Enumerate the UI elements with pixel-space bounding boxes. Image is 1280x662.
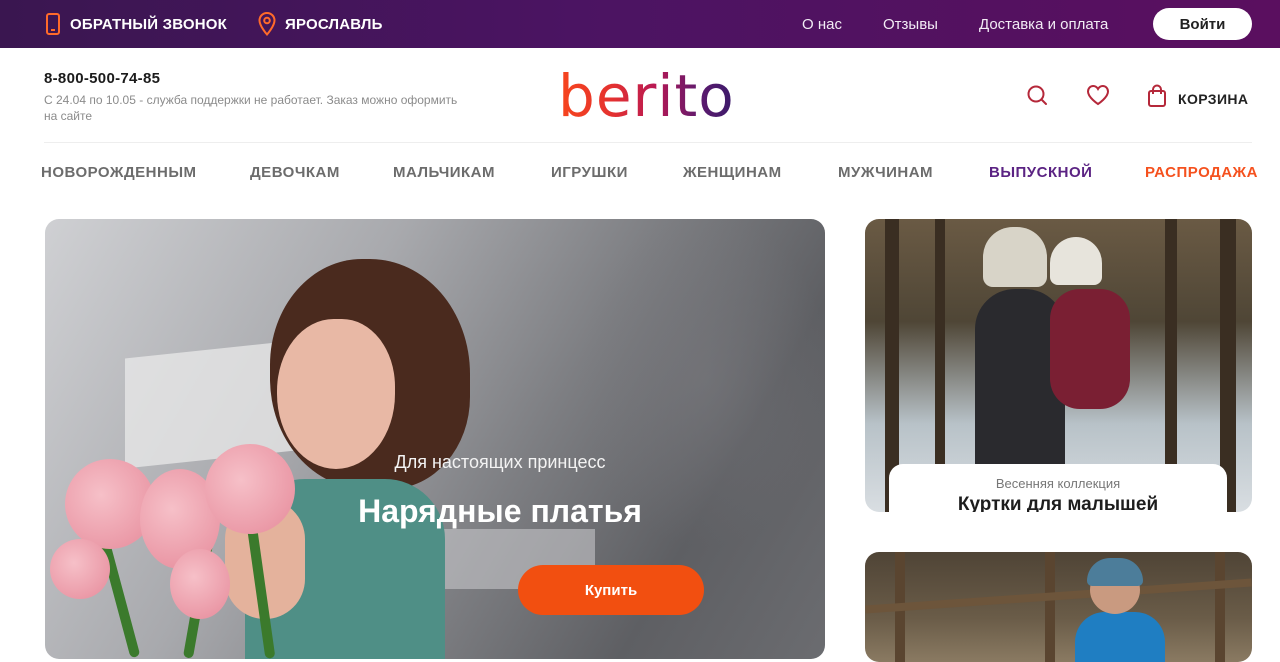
logo[interactable]: berito xyxy=(558,60,735,132)
cart-label: КОРЗИНА xyxy=(1178,90,1249,107)
about-link[interactable]: О нас xyxy=(802,0,842,48)
phone-number[interactable]: 8-800-500-74-85 xyxy=(44,70,160,87)
fence-post xyxy=(1045,552,1055,662)
city-selector[interactable]: ЯРОСЛАВЛЬ xyxy=(258,0,383,48)
card-title: Куртки для малышей xyxy=(957,494,1159,512)
card-boy-jacket xyxy=(1075,612,1165,662)
card-boy-hat xyxy=(1087,558,1143,586)
search-icon[interactable] xyxy=(1026,84,1048,111)
bag-icon xyxy=(1147,84,1167,113)
fence-rail xyxy=(865,578,1252,614)
top-bar: ОБРАТНЫЙ ЗВОНОК ЯРОСЛАВЛЬ О нас Отзывы Д… xyxy=(0,0,1280,48)
support-note: С 24.04 по 10.05 - служба поддержки не р… xyxy=(44,93,458,123)
location-pin-icon xyxy=(258,12,276,36)
nav-graduation[interactable]: ВЫПУСКНОЙ xyxy=(989,164,1092,181)
fence-post xyxy=(1215,552,1225,662)
delivery-link[interactable]: Доставка и оплата xyxy=(979,0,1108,48)
nav-girls[interactable]: ДЕВОЧКАМ xyxy=(250,164,340,181)
login-button[interactable]: Войти xyxy=(1153,8,1252,40)
cart-button[interactable]: КОРЗИНА xyxy=(1147,84,1248,113)
card-subtitle: Весенняя коллекция xyxy=(995,476,1121,491)
nav-boys[interactable]: МАЛЬЧИКАМ xyxy=(393,164,495,181)
buy-button[interactable]: Купить xyxy=(518,565,704,615)
card-mother-hat xyxy=(983,227,1047,287)
nav-men[interactable]: МУЖЧИНАМ xyxy=(838,164,933,181)
nav-toys[interactable]: ИГРУШКИ xyxy=(551,164,628,181)
phone-icon xyxy=(45,13,61,35)
card-child-hat xyxy=(1050,237,1102,285)
promo-card-boy[interactable] xyxy=(865,552,1252,662)
nav-newborns[interactable]: НОВОРОЖДЕННЫМ xyxy=(41,164,197,181)
card-caption: Весенняя коллекция Куртки для малышей xyxy=(889,464,1227,512)
hero-banner[interactable]: Для настоящих принцесс Нарядные платья К… xyxy=(45,219,825,659)
city-label: ЯРОСЛАВЛЬ xyxy=(285,15,383,33)
header-divider xyxy=(44,142,1252,143)
hero-subtitle: Для настоящих принцесс xyxy=(394,452,606,472)
card-child-figure xyxy=(1050,289,1130,409)
tulip-flower xyxy=(50,539,110,599)
reviews-link[interactable]: Отзывы xyxy=(883,0,938,48)
nav-women[interactable]: ЖЕНЩИНАМ xyxy=(683,164,782,181)
promo-card-jackets[interactable]: Весенняя коллекция Куртки для малышей xyxy=(865,219,1252,512)
tulip-flower xyxy=(170,549,230,619)
nav-sale[interactable]: РАСПРОДАЖА xyxy=(1145,164,1258,181)
callback-label: ОБРАТНЫЙ ЗВОНОК xyxy=(70,15,228,33)
logo-text: berito xyxy=(558,62,735,130)
callback-link[interactable]: ОБРАТНЫЙ ЗВОНОК xyxy=(45,0,227,48)
hero-girl-face xyxy=(277,319,395,469)
heart-icon[interactable] xyxy=(1086,84,1110,111)
hero-title: Нарядные платья xyxy=(358,493,642,529)
